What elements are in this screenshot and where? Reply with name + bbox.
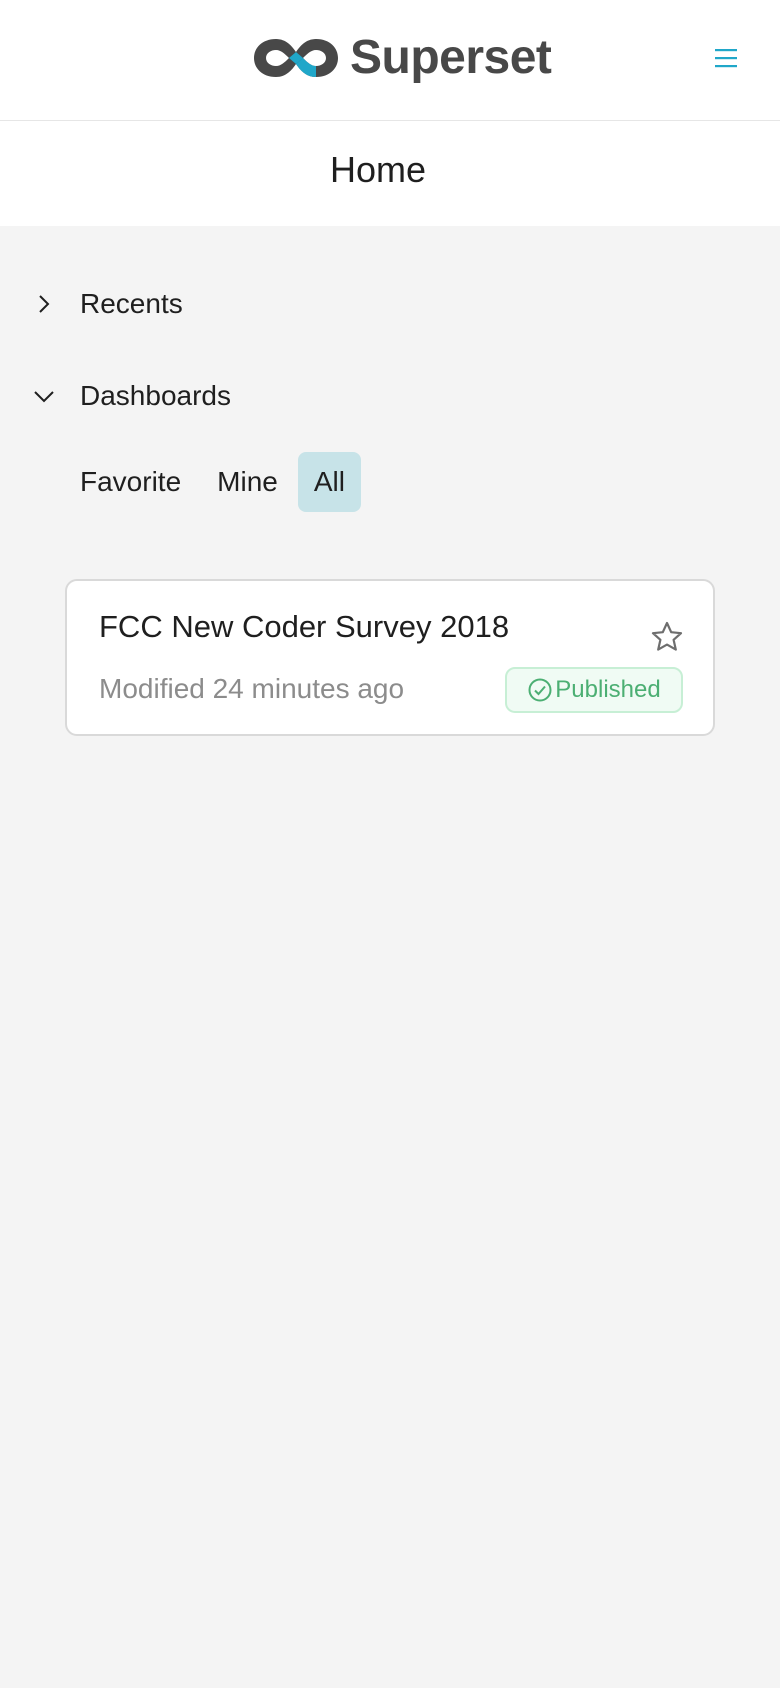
top-navbar: Superset [0,0,780,121]
tab-all[interactable]: All [297,452,361,512]
superset-logo[interactable]: Superset [250,30,552,86]
tab-mine[interactable]: Mine [201,452,294,512]
page-header: Home [0,121,780,226]
hamburger-menu-icon [715,49,737,68]
dashboards-section-toggle[interactable]: Dashboards [32,376,231,416]
dashboards-filter-tabs: Favorite Mine All [64,452,365,512]
superset-logo-icon [254,39,338,77]
check-circle-icon [528,678,552,702]
recents-section-toggle[interactable]: Recents [32,284,183,324]
dashboards-label: Dashboards [80,380,231,411]
status-badge-label: Published [555,676,661,703]
chevron-down-icon [34,391,54,403]
hamburger-menu-button[interactable] [712,44,740,72]
tab-favorite[interactable]: Favorite [64,452,197,512]
star-icon [651,621,683,651]
chevron-right-icon [39,295,50,313]
recents-label: Recents [80,288,183,319]
dashboard-modified-time: Modified 24 minutes ago [99,673,405,704]
dashboard-title[interactable]: FCC New Coder Survey 2018 [99,609,509,645]
dashboard-card[interactable]: FCC New Coder Survey 2018 Modified 24 mi… [65,579,715,736]
brand-name: Superset [350,31,552,84]
page-title: Home [329,149,427,190]
favorite-star-button[interactable] [649,619,685,655]
status-badge: Published [505,667,683,713]
